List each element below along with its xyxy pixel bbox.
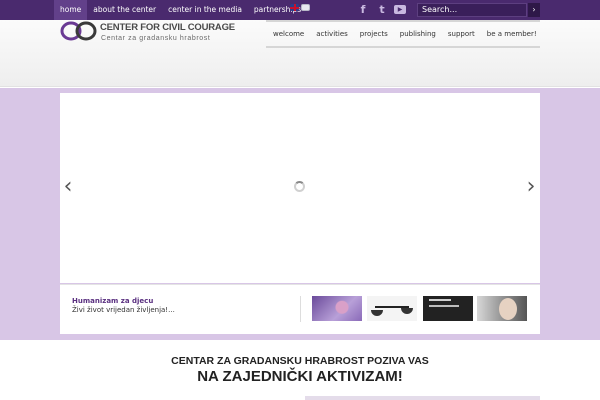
main-nav-welcome[interactable]: welcome <box>273 30 304 38</box>
flag-uk-icon[interactable] <box>290 4 299 11</box>
bottom-panel <box>305 396 540 400</box>
main-nav-activities[interactable]: activities <box>316 30 348 38</box>
chalk-line <box>429 299 451 301</box>
top-nav: home about the center center in the medi… <box>54 0 307 20</box>
top-nav-about[interactable]: about the center <box>87 0 162 20</box>
youtube-icon[interactable]: ▶ <box>394 5 406 14</box>
headline-line-2: NA ZAJEDNIČKI AKTIVIZAM! <box>197 368 403 385</box>
main-nav: welcome activities projects publishing s… <box>266 20 540 48</box>
slide-thumbnail-4[interactable] <box>477 296 527 321</box>
main-nav-publishing[interactable]: publishing <box>400 30 436 38</box>
top-nav-media[interactable]: center in the media <box>162 0 248 20</box>
chalk-line <box>429 305 459 307</box>
headline-line-1: CENTAR ZA GRADANSKU HRABROST POZIVA VAS <box>171 355 429 367</box>
facebook-icon[interactable]: f <box>357 3 369 16</box>
main-nav-member[interactable]: be a member! <box>487 30 537 38</box>
slide-thumbnail-3[interactable] <box>423 296 473 321</box>
logo-title[interactable]: CENTER FOR CIVIL COURAGE <box>100 22 235 33</box>
slider-next-icon[interactable]: › <box>524 176 538 198</box>
slide-caption-title[interactable]: Humanizam za djecu <box>72 297 153 305</box>
slider-prev-icon[interactable]: ‹ <box>61 176 75 198</box>
scale-pan <box>401 308 413 314</box>
caption-divider <box>300 296 301 322</box>
logo-icon[interactable] <box>60 20 98 42</box>
search-button[interactable]: › <box>528 3 540 17</box>
child-face <box>499 298 517 320</box>
slide-caption-text: Živi život vrijedan življenja!... <box>72 306 175 314</box>
search-input[interactable]: Search... <box>417 3 527 17</box>
logo-subtitle: Centar za gradansku hrabrost <box>101 35 211 42</box>
twitter-icon[interactable]: t <box>376 3 388 16</box>
scale-pan <box>371 310 383 316</box>
loading-spinner-icon <box>294 181 305 192</box>
slide-thumbnail-1[interactable] <box>312 296 362 321</box>
flag-ba-icon[interactable] <box>301 4 310 11</box>
main-nav-support[interactable]: support <box>448 30 475 38</box>
top-nav-home[interactable]: home <box>54 0 88 20</box>
main-nav-projects[interactable]: projects <box>360 30 388 38</box>
slide-thumbnail-2[interactable] <box>367 296 417 321</box>
